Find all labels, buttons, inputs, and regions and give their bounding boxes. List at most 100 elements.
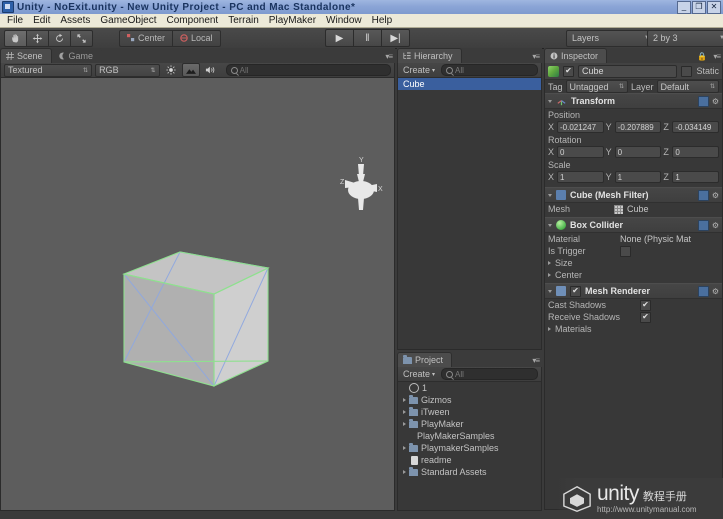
tab-game[interactable]: Game (51, 48, 103, 63)
project-search-input[interactable]: All (441, 368, 538, 380)
rotate-tool-button[interactable] (48, 29, 70, 47)
restore-button[interactable]: ❐ (692, 0, 706, 14)
position-y-field[interactable]: -0.207889 (614, 121, 662, 133)
menu-gameobject[interactable]: GameObject (95, 15, 161, 27)
project-panel-menu-icon[interactable]: ▾≡ (532, 356, 540, 365)
rotation-y-field[interactable]: 0 (614, 146, 662, 158)
menu-edit[interactable]: Edit (28, 15, 55, 27)
fx-toggle[interactable] (181, 63, 200, 77)
gear-icon[interactable]: ⚙ (712, 191, 719, 200)
draw-mode-dropdown[interactable]: Textured ⇅ (4, 63, 93, 77)
minimize-button[interactable]: _ (677, 0, 691, 14)
project-item[interactable]: Gizmos (398, 394, 541, 406)
help-icon[interactable] (697, 189, 709, 201)
tab-scene[interactable]: Scene (0, 48, 52, 63)
pivot-center-button[interactable]: Center (119, 29, 173, 47)
materials-row[interactable]: Materials (545, 323, 722, 335)
gear-icon[interactable]: ⚙ (712, 97, 719, 106)
tab-project[interactable]: Project (397, 352, 453, 367)
help-icon[interactable] (697, 285, 709, 297)
hierarchy-create-button[interactable]: Create ▾ (401, 65, 437, 75)
project-item[interactable]: iTween (398, 406, 541, 418)
mesh-renderer-enabled-checkbox[interactable]: ✔ (570, 285, 581, 297)
scene-axis-gizmo[interactable]: Y X Z (331, 154, 391, 220)
lock-icon[interactable]: 🔒 (697, 52, 707, 61)
project-item[interactable]: PlaymakerSamples (398, 442, 541, 454)
rotation-x-field[interactable]: 0 (557, 146, 604, 158)
project-create-button[interactable]: Create ▾ (401, 369, 437, 379)
step-button[interactable]: ▶| (381, 29, 410, 47)
project-item[interactable]: PlayMaker (398, 418, 541, 430)
cast-shadows-checkbox[interactable]: ✔ (640, 299, 651, 311)
play-button[interactable]: ▶ (325, 29, 353, 47)
help-icon[interactable] (697, 95, 709, 107)
inspector-panel-menu-icon[interactable]: ▾≡ (713, 52, 721, 61)
chevron-down-icon[interactable] (548, 193, 552, 197)
object-enabled-checkbox[interactable]: ✔ (563, 65, 574, 77)
hierarchy-search-input[interactable]: All (441, 64, 538, 76)
rotation-z-field[interactable]: 0 (672, 146, 720, 158)
is-trigger-checkbox[interactable] (620, 245, 631, 257)
project-item[interactable]: readme (398, 454, 541, 466)
chevron-down-icon[interactable] (548, 99, 552, 103)
chevron-right-icon[interactable] (548, 261, 551, 265)
mesh-value[interactable]: Cube (627, 204, 649, 214)
hand-tool-button[interactable] (4, 29, 26, 47)
chevron-right-icon[interactable] (548, 273, 551, 277)
layers-dropdown[interactable]: Layers ▼ (566, 29, 656, 47)
tag-dropdown[interactable]: Untagged ⇅ (565, 80, 628, 93)
component-header-mesh-filter[interactable]: Cube (Mesh Filter) ⚙ (545, 187, 722, 203)
gear-icon[interactable]: ⚙ (712, 221, 719, 230)
lighting-toggle[interactable] (163, 64, 179, 76)
menu-terrain[interactable]: Terrain (223, 15, 264, 27)
scale-x-field[interactable]: 1 (557, 171, 604, 183)
scale-tool-button[interactable] (70, 29, 93, 47)
component-header-box-collider[interactable]: Box Collider ⚙ (545, 217, 722, 233)
menu-file[interactable]: File (2, 15, 28, 27)
project-item[interactable]: 1 (398, 382, 541, 394)
position-z-field[interactable]: -0.034149 (672, 121, 720, 133)
hierarchy-panel-menu-icon[interactable]: ▾≡ (532, 52, 540, 61)
chevron-down-icon[interactable] (548, 289, 552, 293)
component-header-transform[interactable]: Transform ⚙ (545, 93, 722, 109)
cube-object[interactable] (118, 246, 273, 391)
move-tool-button[interactable] (26, 29, 48, 47)
collider-material-value[interactable]: None (Physic Mat (620, 234, 691, 244)
pause-button[interactable]: ‖ (353, 29, 381, 47)
scale-y-field[interactable]: 1 (614, 171, 662, 183)
tab-hierarchy[interactable]: Hierarchy (397, 48, 462, 63)
receive-shadows-checkbox[interactable]: ✔ (640, 311, 651, 323)
render-mode-dropdown[interactable]: RGB ⇅ (95, 63, 160, 77)
close-button[interactable]: ✕ (707, 0, 721, 14)
menu-window[interactable]: Window (321, 15, 367, 27)
menu-component[interactable]: Component (162, 15, 224, 27)
tab-inspector[interactable]: Inspector (544, 48, 608, 63)
component-header-mesh-renderer[interactable]: ✔ Mesh Renderer ⚙ (545, 283, 722, 299)
chevron-right-icon[interactable] (403, 422, 406, 426)
chevron-right-icon[interactable] (403, 446, 406, 450)
chevron-down-icon[interactable] (548, 223, 552, 227)
scale-z-field[interactable]: 1 (672, 171, 720, 183)
chevron-right-icon[interactable] (548, 327, 551, 331)
chevron-right-icon[interactable] (403, 398, 406, 402)
layer-dropdown[interactable]: Default ⇅ (656, 80, 719, 93)
gear-icon[interactable]: ⚙ (712, 287, 719, 296)
scene-search-input[interactable]: All (225, 64, 392, 76)
chevron-right-icon[interactable] (403, 470, 406, 474)
collider-size-row[interactable]: Size (545, 257, 722, 269)
project-item[interactable]: Standard Assets (398, 466, 541, 478)
static-checkbox[interactable] (681, 65, 693, 77)
chevron-right-icon[interactable] (403, 410, 406, 414)
menu-help[interactable]: Help (367, 15, 398, 27)
collider-center-row[interactable]: Center (545, 269, 722, 281)
pivot-local-button[interactable]: Local (172, 29, 221, 47)
menu-assets[interactable]: Assets (55, 15, 95, 27)
scene-viewport[interactable]: Y X Z (1, 78, 394, 510)
menu-playmaker[interactable]: PlayMaker (264, 15, 321, 27)
project-item[interactable]: PlayMakerSamples (398, 430, 541, 442)
scene-panel-menu-icon[interactable]: ▾≡ (385, 52, 393, 61)
position-x-field[interactable]: -0.021247 (557, 121, 604, 133)
help-icon[interactable] (697, 219, 709, 231)
layout-dropdown[interactable]: 2 by 3 ▼ (647, 29, 723, 47)
audio-toggle[interactable] (203, 64, 219, 76)
